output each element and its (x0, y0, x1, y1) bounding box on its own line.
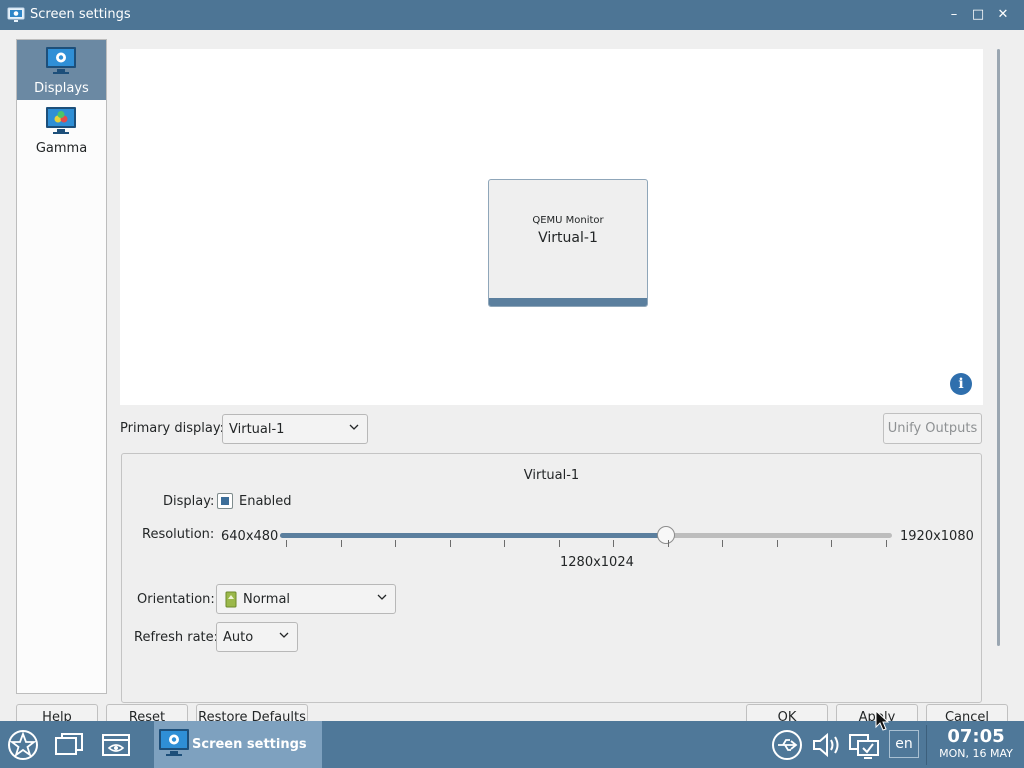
show-windows-icon[interactable] (53, 729, 85, 761)
slider-tick (558, 540, 560, 547)
chevron-down-icon (377, 594, 387, 600)
display-icon[interactable] (848, 729, 880, 761)
reset-button[interactable]: Reset (106, 704, 188, 721)
enabled-label[interactable]: Enabled (239, 494, 292, 509)
slider-tick (449, 540, 451, 547)
slider-tick (395, 540, 397, 547)
close-button[interactable]: ✕ (993, 5, 1013, 25)
sidebar: Displays Gamma (16, 39, 107, 694)
unify-outputs-button[interactable]: Unify Outputs (883, 413, 982, 444)
display-label: Display: (163, 494, 215, 509)
window-title: Screen settings (30, 7, 131, 22)
orientation-value: Normal (243, 592, 291, 607)
clock-time[interactable]: 07:05 (928, 726, 1024, 747)
monitor-name: Virtual-1 (538, 230, 598, 246)
slider-tick (340, 540, 342, 547)
info-icon[interactable]: i (950, 373, 972, 395)
clock-date[interactable]: MON, 16 MAY (928, 747, 1024, 760)
minimize-button[interactable]: – (944, 5, 964, 25)
display-preview-area[interactable]: QEMU Monitor Virtual-1 i (120, 49, 983, 405)
primary-display-label: Primary display: (120, 421, 224, 436)
monitor-preview[interactable]: QEMU Monitor Virtual-1 (488, 179, 648, 307)
refresh-rate-value: Auto (223, 630, 254, 645)
mouse-cursor-icon (875, 710, 889, 731)
chevron-down-icon (279, 632, 289, 638)
enabled-checkbox[interactable] (217, 493, 233, 509)
taskbar-item-screen-settings[interactable]: Screen settings (154, 721, 322, 768)
chevron-down-icon (349, 424, 359, 430)
primary-display-select[interactable]: Virtual-1 (222, 414, 368, 444)
keyboard-layout-indicator[interactable]: en (889, 730, 919, 758)
resolution-min: 640x480 (221, 529, 279, 544)
sidebar-item-displays[interactable]: Displays (17, 40, 106, 100)
resolution-current: 1280x1024 (560, 555, 634, 570)
slider-tick (722, 540, 724, 547)
orientation-label: Orientation: (137, 592, 215, 607)
monitor-model: QEMU Monitor (532, 215, 604, 226)
slider-tick (286, 540, 287, 547)
display-settings-icon (46, 47, 76, 74)
screen-settings-window: Screen settings – □ ✕ Displays Gamma QEM… (0, 0, 1024, 721)
primary-display-value: Virtual-1 (229, 422, 285, 437)
slider-tick (776, 540, 778, 547)
screen-settings-app-icon (159, 729, 189, 756)
sidebar-item-label: Gamma (35, 141, 88, 156)
sidebar-item-label: Displays (34, 81, 89, 96)
resolution-slider-handle[interactable] (656, 526, 675, 544)
application-menu-icon[interactable] (7, 729, 39, 761)
title-bar[interactable]: Screen settings – □ ✕ (0, 0, 1024, 30)
maximize-button[interactable]: □ (968, 5, 988, 25)
volume-icon[interactable] (810, 729, 842, 761)
help-button[interactable]: Help (16, 704, 98, 721)
slider-tick (831, 540, 833, 547)
orientation-icon (225, 591, 237, 608)
show-desktop-icon[interactable] (100, 729, 132, 761)
refresh-rate-label: Refresh rate: (134, 630, 219, 645)
slider-tick (613, 540, 615, 547)
screen-settings-app-icon (7, 7, 25, 22)
sidebar-item-gamma[interactable]: Gamma (17, 100, 106, 160)
taskbar-item-label: Screen settings (192, 737, 307, 752)
usb-icon[interactable] (771, 729, 803, 761)
cancel-button[interactable]: Cancel (926, 704, 1008, 721)
restore-defaults-button[interactable]: Restore Defaults (196, 704, 308, 721)
orientation-select[interactable]: Normal (216, 584, 396, 614)
slider-tick (504, 540, 506, 547)
checkbox-mark (221, 497, 229, 505)
monitor-primary-bar (489, 298, 647, 306)
output-settings-group: Virtual-1 Display: Enabled Resolution: 6… (121, 453, 982, 703)
resolution-slider-fill (280, 533, 666, 538)
refresh-rate-select[interactable]: Auto (216, 622, 298, 652)
vertical-scrollbar[interactable] (997, 49, 1000, 646)
gamma-monitor-icon (46, 107, 76, 134)
output-title: Virtual-1 (523, 468, 580, 483)
slider-tick (667, 540, 669, 547)
resolution-max: 1920x1080 (900, 529, 974, 544)
slider-tick (886, 540, 887, 547)
resolution-slider[interactable] (280, 533, 892, 538)
taskbar-separator (926, 725, 927, 765)
taskbar: Screen settings en 07:05 MON, 16 MAY (0, 721, 1024, 768)
ok-button[interactable]: OK (746, 704, 828, 721)
resolution-label: Resolution: (142, 527, 215, 542)
